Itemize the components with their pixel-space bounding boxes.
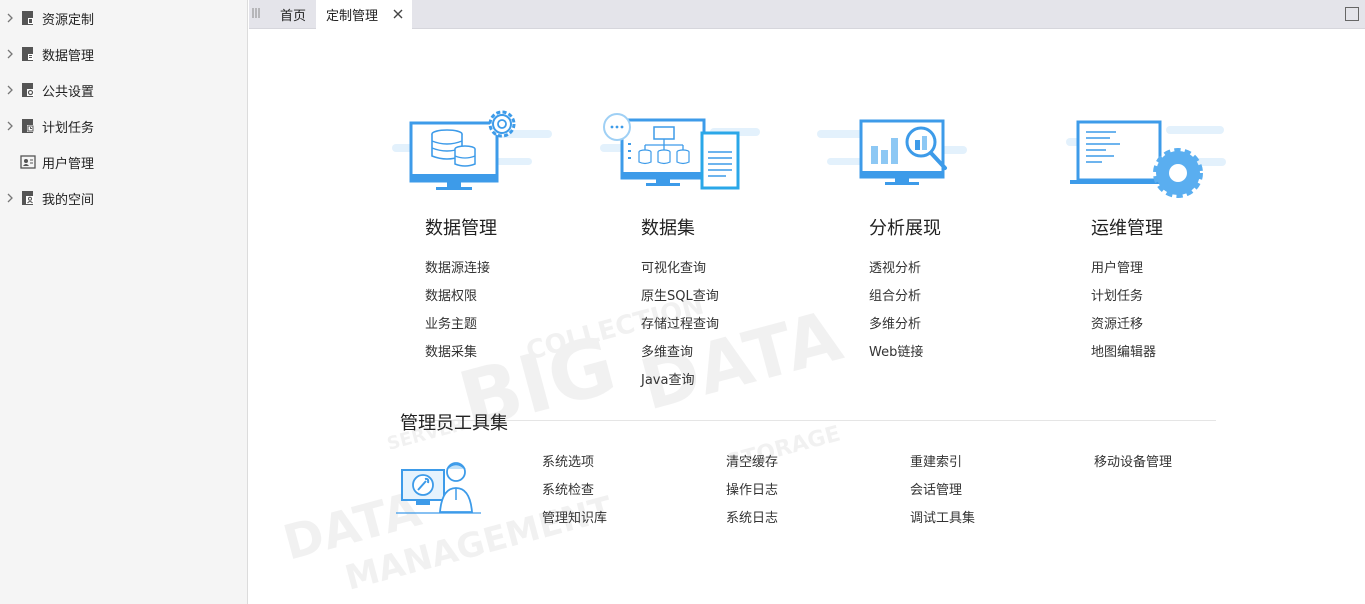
chevron-right-icon[interactable] <box>0 193 20 203</box>
close-icon[interactable] <box>392 8 404 20</box>
module-title: 数据集 <box>641 218 695 239</box>
sidebar-item-label: 公共设置 <box>42 84 95 100</box>
sidebar-item-label: 资源定制 <box>42 12 95 28</box>
tab-custom-management[interactable]: 定制管理 <box>316 0 412 29</box>
schedule-icon <box>22 119 34 133</box>
admin-tools-column: 重建索引 会话管理 调试工具集 <box>910 449 975 533</box>
tab-label: 首页 <box>279 9 306 24</box>
sidebar-item-label: 计划任务 <box>42 120 95 136</box>
link-combined-analysis[interactable]: 组合分析 <box>869 283 923 311</box>
link-data-collection[interactable]: 数据采集 <box>425 339 490 367</box>
link-debug-toolkit[interactable]: 调试工具集 <box>910 505 975 533</box>
module-title: 数据管理 <box>425 218 497 239</box>
link-datasource-connection[interactable]: 数据源连接 <box>425 255 490 283</box>
sidebar-item-data[interactable]: 数据管理 <box>0 36 247 72</box>
link-native-sql-query[interactable]: 原生SQL查询 <box>641 283 719 311</box>
my-space-icon <box>22 191 34 205</box>
link-session-management[interactable]: 会话管理 <box>910 477 975 505</box>
link-system-log[interactable]: 系统日志 <box>726 505 778 533</box>
link-multidim-query[interactable]: 多维查询 <box>641 339 719 367</box>
sidebar-item-label: 数据管理 <box>42 48 95 64</box>
module-title: 分析展现 <box>869 218 941 239</box>
sidebar-item-my-space[interactable]: 我的空间 <box>0 180 247 216</box>
sidebar-item-schedule[interactable]: 计划任务 <box>0 108 247 144</box>
analysis-monitor-icon <box>817 119 967 185</box>
grip-icon[interactable] <box>251 7 261 19</box>
module-title: 运维管理 <box>1091 218 1163 239</box>
sidebar-item-label: 用户管理 <box>42 156 95 172</box>
link-rebuild-index[interactable]: 重建索引 <box>910 449 975 477</box>
tab-label: 定制管理 <box>326 9 379 24</box>
admin-divider <box>400 420 1216 421</box>
admin-tools-illustration-icon <box>396 462 481 514</box>
link-clear-cache[interactable]: 清空缓存 <box>726 449 778 477</box>
main-content: BIG DATA DATA MANAGEMENT COLLECTION STOR… <box>249 30 1365 604</box>
chevron-right-icon[interactable] <box>0 121 20 131</box>
sidebar-item-label: 我的空间 <box>42 192 95 208</box>
dataset-monitor-icon <box>600 113 760 190</box>
tab-bar: 首页 定制管理 <box>249 0 1365 29</box>
data-icon <box>22 47 33 61</box>
link-java-query[interactable]: Java查询 <box>641 367 719 395</box>
sidebar-item-settings[interactable]: 公共设置 <box>0 72 247 108</box>
admin-toolkit-title: 管理员工具集 <box>400 413 508 434</box>
admin-tools-column: 系统选项 系统检查 管理知识库 <box>542 449 607 533</box>
ops-laptop-gear-icon <box>1066 120 1226 198</box>
database-monitor-icon <box>392 110 552 190</box>
chevron-right-icon[interactable] <box>0 13 20 23</box>
maximize-button[interactable] <box>1345 7 1359 21</box>
sidebar-item-user-admin[interactable]: 用户管理 <box>0 144 247 180</box>
resource-icon <box>22 11 33 25</box>
big-data-watermark: BIG DATA DATA MANAGEMENT COLLECTION STOR… <box>278 300 850 599</box>
chevron-right-icon[interactable] <box>0 49 20 59</box>
link-data-permission[interactable]: 数据权限 <box>425 283 490 311</box>
sidebar: 资源定制 数据管理 公共设置 计划任务 用户管理 我的空间 <box>0 0 248 604</box>
link-scheduled-tasks[interactable]: 计划任务 <box>1091 283 1156 311</box>
admin-tools-column: 清空缓存 操作日志 系统日志 <box>726 449 778 533</box>
link-system-check[interactable]: 系统检查 <box>542 477 607 505</box>
link-multidim-analysis[interactable]: 多维分析 <box>869 311 923 339</box>
link-resource-migration[interactable]: 资源迁移 <box>1091 311 1156 339</box>
link-pivot-analysis[interactable]: 透视分析 <box>869 255 923 283</box>
link-map-editor[interactable]: 地图编辑器 <box>1091 339 1156 367</box>
link-visual-query[interactable]: 可视化查询 <box>641 255 719 283</box>
sidebar-item-resource[interactable]: 资源定制 <box>0 0 247 36</box>
admin-tools-column: 移动设备管理 <box>1094 449 1172 477</box>
link-knowledge-base[interactable]: 管理知识库 <box>542 505 607 533</box>
link-business-theme[interactable]: 业务主题 <box>425 311 490 339</box>
link-user-management[interactable]: 用户管理 <box>1091 255 1156 283</box>
link-web-link[interactable]: Web链接 <box>869 339 923 367</box>
tab-home[interactable]: 首页 <box>269 0 317 29</box>
user-admin-icon <box>20 155 36 169</box>
link-system-options[interactable]: 系统选项 <box>542 449 607 477</box>
link-mobile-device-management[interactable]: 移动设备管理 <box>1094 449 1172 477</box>
link-stored-procedure-query[interactable]: 存储过程查询 <box>641 311 719 339</box>
link-operation-log[interactable]: 操作日志 <box>726 477 778 505</box>
settings-icon <box>22 83 34 97</box>
chevron-right-icon[interactable] <box>0 85 20 95</box>
